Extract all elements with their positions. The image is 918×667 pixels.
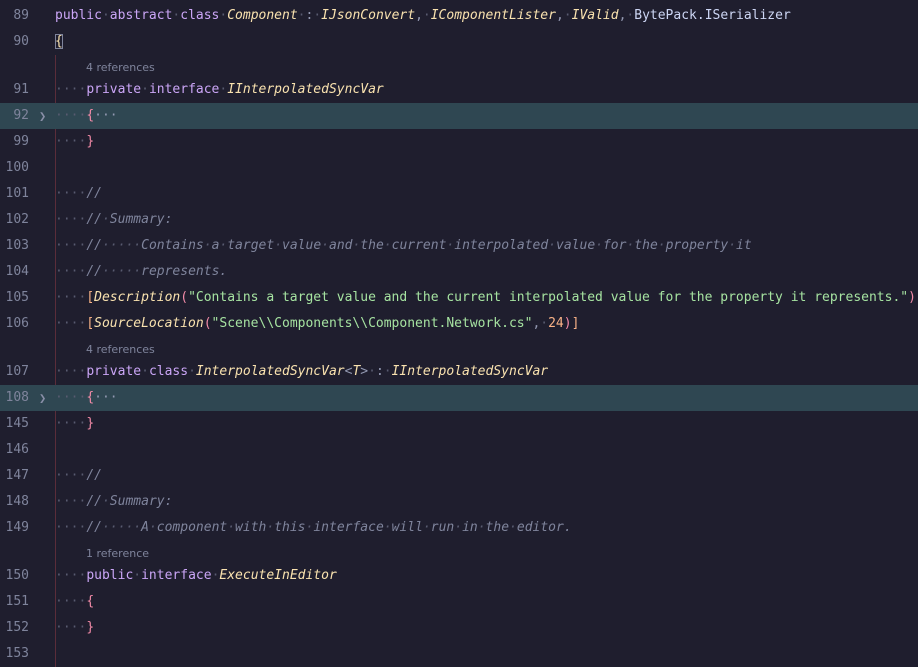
line-number: 90 (13, 34, 29, 49)
line-content[interactable]: ····[Description("Contains a target valu… (55, 285, 918, 311)
line-number: 106 (5, 316, 29, 331)
code-line-91[interactable]: 91 ····private·interface·IInterpolatedSy… (0, 77, 918, 103)
line-number: 104 (5, 264, 29, 279)
line-content[interactable]: ····//·····A·component·with·this·interfa… (55, 515, 572, 541)
code-line-150[interactable]: 150 ····public·interface·ExecuteInEditor (0, 563, 918, 589)
line-content[interactable]: ····private·interface·IInterpolatedSyncV… (55, 77, 384, 103)
code-line-147[interactable]: 147 ····// (0, 463, 918, 489)
line-number: 99 (13, 134, 29, 149)
line-number: 89 (13, 8, 29, 23)
code-line-100[interactable]: 100 (0, 155, 918, 181)
line-content[interactable]: ····} (55, 615, 94, 641)
code-line-145[interactable]: 145 ····} (0, 411, 918, 437)
line-number: 149 (5, 520, 29, 535)
code-line-149[interactable]: 149 ····//·····A·component·with·this·int… (0, 515, 918, 541)
line-number: 150 (5, 568, 29, 583)
line-number: 92 (13, 108, 29, 123)
code-line-90[interactable]: 90 { (0, 29, 918, 55)
code-line-107[interactable]: 107 ····private·class·InterpolatedSyncVa… (0, 359, 918, 385)
line-content[interactable]: ····//·····Contains·a·target·value·and·t… (55, 233, 752, 259)
line-content[interactable]: ····// (55, 181, 102, 207)
code-lens-references[interactable]: 1 reference (86, 543, 149, 565)
folded-region-ellipsis[interactable]: ··· (94, 108, 117, 123)
line-number: 101 (5, 186, 29, 201)
line-content[interactable]: ····//·Summary: (55, 489, 172, 515)
line-number: 148 (5, 494, 29, 509)
code-lens-references[interactable]: 4 references (86, 57, 155, 79)
code-line-152[interactable]: 152 ····} (0, 615, 918, 641)
line-content[interactable]: ····// (55, 463, 102, 489)
line-content[interactable]: ····//·Summary: (55, 207, 172, 233)
line-content[interactable]: ····} (55, 129, 94, 155)
line-content[interactable]: ····private·class·InterpolatedSyncVar<T>… (55, 359, 548, 385)
line-number: 108 (5, 390, 29, 405)
code-line-148[interactable]: 148 ····//·Summary: (0, 489, 918, 515)
folded-region-ellipsis[interactable]: ··· (94, 390, 117, 405)
line-number: 107 (5, 364, 29, 379)
line-number: 145 (5, 416, 29, 431)
line-number: 151 (5, 594, 29, 609)
chevron-right-icon[interactable]: ❯ (39, 385, 46, 411)
line-number: 100 (5, 160, 29, 175)
line-number: 102 (5, 212, 29, 227)
code-line-102[interactable]: 102 ····//·Summary: (0, 207, 918, 233)
line-content[interactable]: ····//·····represents. (55, 259, 227, 285)
line-number: 153 (5, 646, 29, 661)
line-number: 152 (5, 620, 29, 635)
code-line-99[interactable]: 99 ····} (0, 129, 918, 155)
line-content[interactable]: ····{··· (55, 385, 118, 411)
line-content[interactable]: ····public·interface·ExecuteInEditor (55, 563, 337, 589)
line-content[interactable]: ····[SourceLocation("Scene\\Components\\… (55, 311, 579, 337)
code-line-104[interactable]: 104 ····//·····represents. (0, 259, 918, 285)
line-content[interactable]: ····{ (55, 589, 94, 615)
code-editor[interactable]: 89 public·abstract·class·Component·:·IJs… (0, 0, 918, 667)
line-number: 147 (5, 468, 29, 483)
code-line-92[interactable]: 92 ❯ ····{··· (0, 103, 918, 129)
line-number: 146 (5, 442, 29, 457)
line-content[interactable]: { (55, 29, 63, 55)
chevron-right-icon[interactable]: ❯ (39, 103, 46, 129)
code-line-101[interactable]: 101 ····// (0, 181, 918, 207)
line-number: 105 (5, 290, 29, 305)
line-content[interactable]: ····} (55, 411, 94, 437)
line-content[interactable]: ····{··· (55, 103, 118, 129)
code-line-105[interactable]: 105 ····[Description("Contains a target … (0, 285, 918, 311)
code-line-103[interactable]: 103 ····//·····Contains·a·target·value·a… (0, 233, 918, 259)
line-content[interactable]: public·abstract·class·Component·:·IJsonC… (55, 3, 791, 29)
code-line-151[interactable]: 151 ····{ (0, 589, 918, 615)
code-line-108[interactable]: 108 ❯ ····{··· (0, 385, 918, 411)
code-lens-references[interactable]: 4 references (86, 339, 155, 361)
code-line-146[interactable]: 146 (0, 437, 918, 463)
code-line-89[interactable]: 89 public·abstract·class·Component·:·IJs… (0, 3, 918, 29)
line-number: 91 (13, 82, 29, 97)
code-line-153[interactable]: 153 (0, 641, 918, 667)
code-line-106[interactable]: 106 ····[SourceLocation("Scene\\Componen… (0, 311, 918, 337)
line-number: 103 (5, 238, 29, 253)
